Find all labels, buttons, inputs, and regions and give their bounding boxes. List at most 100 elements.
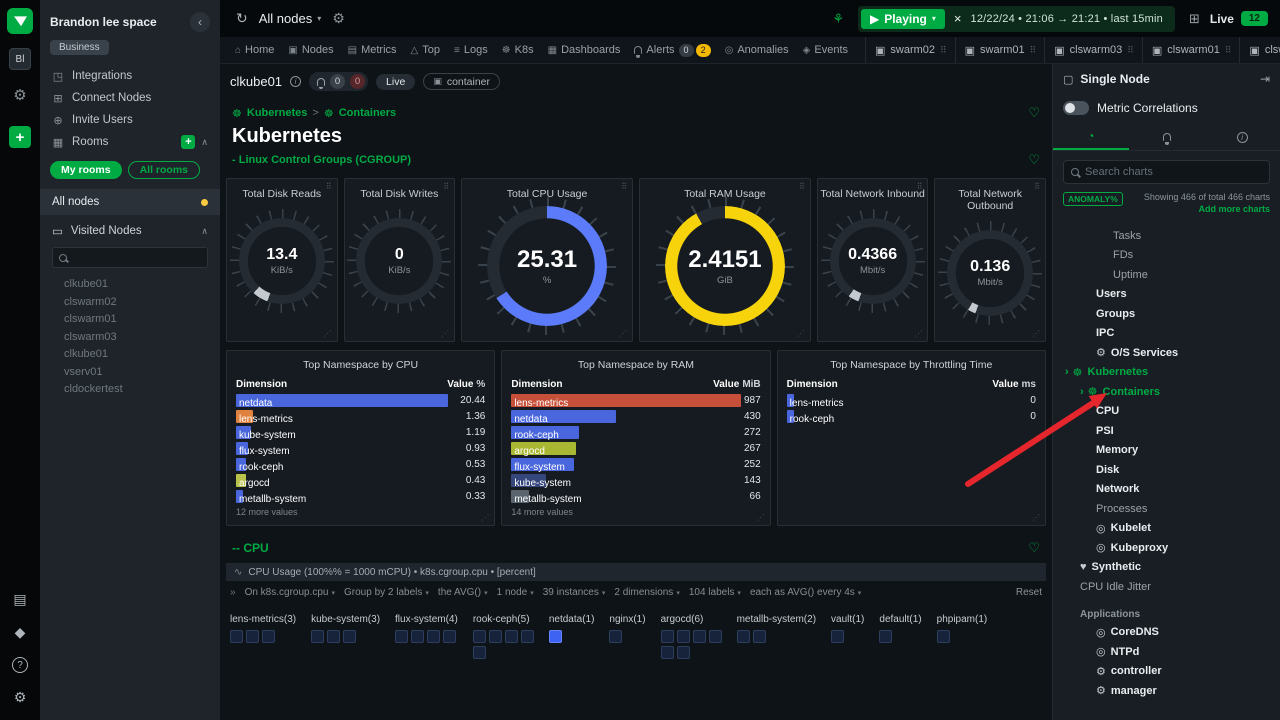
chart-group-label[interactable]: phpipam(1): [937, 614, 988, 625]
table-row[interactable]: lens-metrics987: [511, 393, 760, 408]
chart-group-label[interactable]: flux-system(4): [395, 614, 458, 625]
assistant-icon[interactable]: ⚘: [832, 11, 844, 27]
tab-k8s[interactable]: ☸K8s: [495, 37, 541, 63]
metric-correlations-toggle[interactable]: [1063, 101, 1089, 115]
resize-handle-icon[interactable]: ⋰: [619, 330, 627, 338]
tab-top[interactable]: △Top: [404, 37, 447, 63]
cpu-section-heading[interactable]: -- CPU: [232, 541, 269, 555]
refresh-icon[interactable]: ↻: [236, 10, 248, 27]
chart-instance-cell[interactable]: [879, 630, 892, 643]
table-row[interactable]: lens-metrics0: [787, 393, 1036, 408]
table-row[interactable]: kube-system1.19: [236, 425, 485, 440]
toolbar-item[interactable]: Group by 2 labels▾: [344, 587, 429, 598]
menu-item-processes[interactable]: Processes: [1053, 499, 1280, 519]
help-icon[interactable]: ?: [12, 657, 28, 673]
toolbar-item[interactable]: each as AVG() every 4s▾: [750, 587, 861, 598]
tab-dashboards[interactable]: ▦Dashboards: [541, 37, 628, 63]
grid-icon[interactable]: ⊞: [1189, 11, 1200, 27]
tab-alerts[interactable]: Alerts02: [627, 37, 717, 63]
reset-button[interactable]: Reset: [1016, 587, 1042, 598]
sidebar-collapse-button[interactable]: ‹: [190, 12, 210, 32]
chart-instance-cell[interactable]: [427, 630, 440, 643]
visited-node[interactable]: clswarm03: [40, 329, 220, 347]
chart-instance-cell[interactable]: [549, 630, 562, 643]
table-row[interactable]: rook-ceph0: [787, 409, 1036, 424]
chart-group-label[interactable]: vault(1): [831, 614, 864, 625]
chart-group-label[interactable]: nginx(1): [609, 614, 645, 625]
toolbar-item[interactable]: 1 node▾: [497, 587, 534, 598]
sidebar-item-rooms[interactable]: ▦Rooms+∧: [40, 131, 220, 153]
heart-outline-icon[interactable]: ♡: [1028, 540, 1040, 556]
chart-instance-cell[interactable]: [343, 630, 356, 643]
chart-group-label[interactable]: default(1): [879, 614, 921, 625]
menu-item-fds[interactable]: FDs: [1053, 246, 1280, 266]
breadcrumb-kubernetes[interactable]: Kubernetes: [247, 107, 308, 119]
menu-item-kubeproxy[interactable]: ◎Kubeproxy: [1053, 538, 1280, 558]
toolbar-item[interactable]: 39 instances▾: [543, 587, 606, 598]
drag-handle-icon[interactable]: ⠿: [917, 183, 923, 191]
chart-instance-cell[interactable]: [262, 630, 275, 643]
sidebar-item-integrations[interactable]: ◳Integrations: [40, 65, 220, 87]
table-row[interactable]: rook-ceph272: [511, 425, 760, 440]
table-row[interactable]: rook-ceph0.53: [236, 457, 485, 472]
chart-instance-cell[interactable]: [937, 630, 950, 643]
chart-instance-cell[interactable]: [677, 630, 690, 643]
chart-group-label[interactable]: argocd(6): [661, 614, 722, 625]
chart-instance-cell[interactable]: [246, 630, 259, 643]
tab-logs[interactable]: ≡Logs: [447, 37, 495, 63]
chart-instance-cell[interactable]: [521, 630, 534, 643]
resize-handle-icon[interactable]: ⋰: [441, 330, 449, 338]
chart-instance-cell[interactable]: [693, 630, 706, 643]
all-rooms-tab[interactable]: All rooms: [128, 161, 200, 179]
netdata-logo-icon[interactable]: [7, 8, 33, 34]
chart-instance-cell[interactable]: [443, 630, 456, 643]
node-tab-clswarm03[interactable]: ▣clswarm03⠿: [1044, 37, 1142, 63]
chart-instance-cell[interactable]: [609, 630, 622, 643]
resize-handle-icon[interactable]: ⋰: [797, 330, 805, 338]
table-row[interactable]: flux-system252: [511, 457, 760, 472]
table-row[interactable]: flux-system0.93: [236, 441, 485, 456]
chart-group-label[interactable]: lens-metrics(3): [230, 614, 296, 625]
toolbar-item[interactable]: 104 labels▾: [689, 587, 741, 598]
tab-home[interactable]: ⌂Home: [228, 37, 281, 63]
drag-handle-icon[interactable]: ⠿: [443, 183, 449, 191]
gear-icon[interactable]: ⚙: [13, 86, 26, 104]
chart-instance-cell[interactable]: [831, 630, 844, 643]
sidebar-item-invite-users[interactable]: ⊕Invite Users: [40, 109, 220, 131]
visited-node[interactable]: cldockertest: [40, 381, 220, 399]
table-row[interactable]: metallb-system66: [511, 489, 760, 504]
menu-item-synthetic[interactable]: ♥Synthetic: [1053, 558, 1280, 578]
date-range-picker[interactable]: 12/22/24 • 21:06 → 21:21 • last 15min: [971, 13, 1163, 25]
close-icon[interactable]: ×: [954, 11, 962, 26]
tab-alerts[interactable]: [1129, 124, 1205, 150]
playing-button[interactable]: ▶ Playing ▾: [861, 9, 945, 29]
resize-handle-icon[interactable]: ⋰: [1032, 514, 1040, 522]
table-row[interactable]: metallb-system0.33: [236, 489, 485, 504]
visited-node[interactable]: clswarm01: [40, 311, 220, 329]
toolbar-collapse-icon[interactable]: »: [230, 587, 236, 598]
menu-item-groups[interactable]: Groups: [1053, 304, 1280, 324]
drag-handle-icon[interactable]: ⠿: [1034, 183, 1040, 191]
scope-selector[interactable]: All nodes ▾: [259, 11, 322, 26]
chart-group-label[interactable]: rook-ceph(5): [473, 614, 534, 625]
menu-item-users[interactable]: Users: [1053, 285, 1280, 305]
chart-instance-cell[interactable]: [661, 630, 674, 643]
menu-item-applications[interactable]: Applications: [1053, 607, 1280, 623]
chart-instance-cell[interactable]: [753, 630, 766, 643]
menu-item-manager[interactable]: ⚙manager: [1053, 681, 1280, 701]
anomaly-badge[interactable]: ANOMALY%: [1063, 192, 1123, 206]
chart-instance-cell[interactable]: [230, 630, 243, 643]
menu-item-o-s-services[interactable]: ⚙O/S Services: [1053, 343, 1280, 363]
toolbar-item[interactable]: the AVG()▾: [438, 587, 488, 598]
table-row[interactable]: lens-metrics1.36: [236, 409, 485, 424]
tab-events[interactable]: ◈Events: [796, 37, 855, 63]
sidebar-search-input[interactable]: [72, 252, 201, 263]
room-settings-icon[interactable]: ⚙: [332, 10, 345, 27]
chart-group-label[interactable]: kube-system(3): [311, 614, 380, 625]
node-tab-swarm02[interactable]: ▣swarm02⠿: [865, 37, 955, 63]
chart-instance-cell[interactable]: [411, 630, 424, 643]
tab-metrics[interactable]: ▤Metrics: [341, 37, 404, 63]
add-more-charts-link[interactable]: Add more charts: [1144, 204, 1270, 214]
visited-nodes-header[interactable]: ▭ Visited Nodes ∧: [40, 219, 220, 243]
tab-nodes[interactable]: ▣Nodes: [281, 37, 340, 63]
